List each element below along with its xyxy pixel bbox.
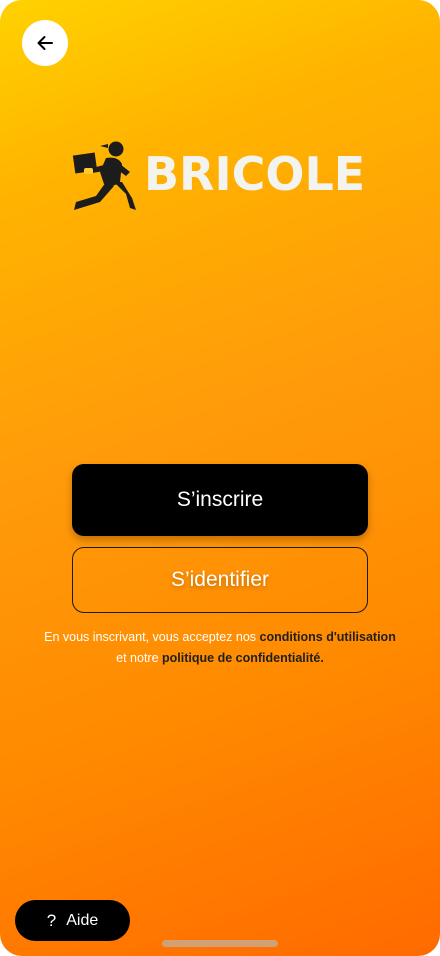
terms-notice: En vous inscrivant, vous acceptez nos co… — [40, 627, 400, 669]
terms-middle: et notre — [116, 651, 163, 665]
login-button[interactable]: S’identifier — [72, 547, 368, 613]
back-button[interactable] — [22, 20, 68, 66]
terms-prefix: En vous inscrivant, vous acceptez nos — [44, 630, 260, 644]
signup-button[interactable]: S’inscrire — [72, 464, 368, 536]
help-label: Aide — [66, 911, 99, 929]
terms-of-use-link[interactable]: conditions d'utilisation — [260, 630, 396, 644]
brand-name: BRICOLE — [144, 147, 366, 201]
home-indicator[interactable] — [162, 940, 278, 947]
running-delivery-person-icon — [72, 141, 136, 210]
question-mark-icon: ? — [46, 910, 57, 930]
privacy-policy-link[interactable]: politique de confidentialité. — [162, 651, 324, 665]
signup-screen: BRICOLE S’inscrire S’identifier En vous … — [0, 0, 440, 956]
brand-logo: BRICOLE — [70, 138, 370, 218]
help-button[interactable]: ? Aide — [15, 900, 130, 941]
arrow-left-icon — [37, 36, 53, 50]
